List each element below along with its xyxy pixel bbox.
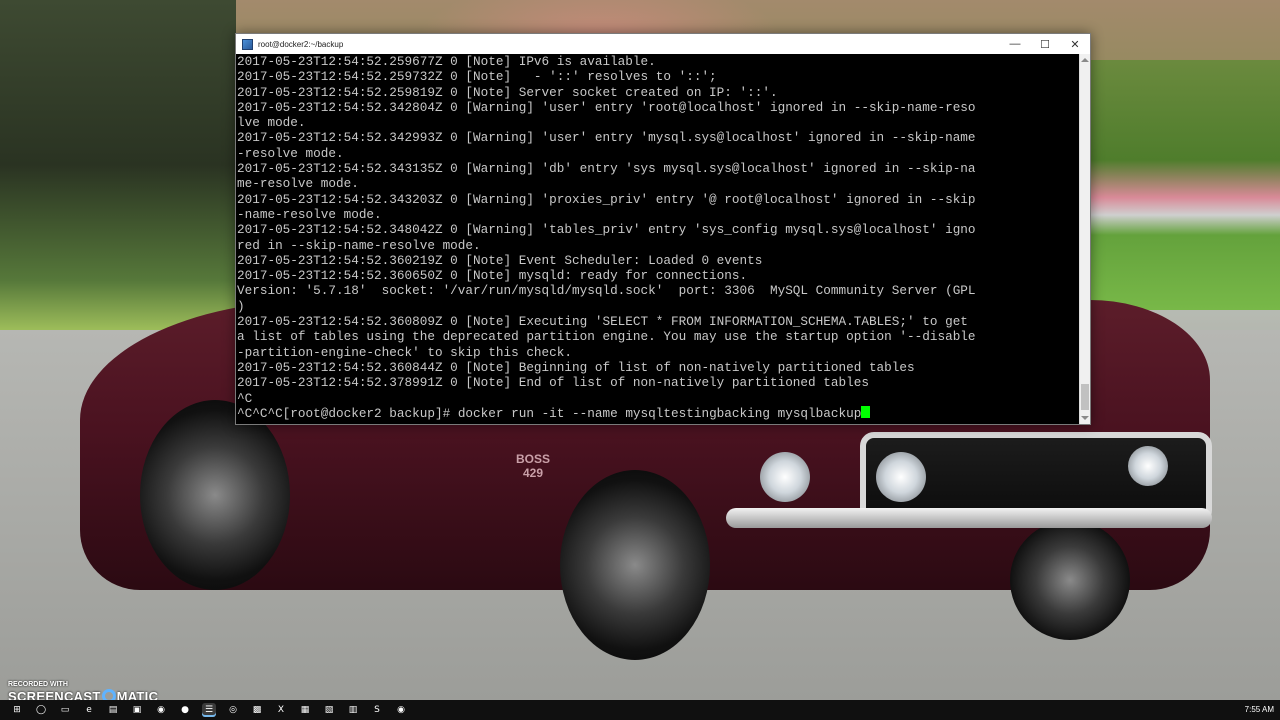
scroll-down-icon[interactable] xyxy=(1081,416,1089,420)
car-headlight xyxy=(1128,446,1168,486)
excel-icon[interactable]: X xyxy=(274,703,288,717)
app-icon-5[interactable]: ▥ xyxy=(346,703,360,717)
terminal-line: 2017-05-23T12:54:52.259819Z 0 [Note] Ser… xyxy=(237,84,778,100)
edge-icon[interactable]: e xyxy=(82,703,96,717)
terminal-line: -partition-engine-check' to skip this ch… xyxy=(237,344,573,360)
terminal-cursor xyxy=(861,405,871,418)
car-badge-line1: BOSS xyxy=(516,452,551,466)
terminal-line: ) xyxy=(237,298,245,314)
maximize-button[interactable]: ☐ xyxy=(1030,34,1060,54)
terminal-line: a list of tables using the deprecated pa… xyxy=(237,329,976,345)
watermark-line1: RECORDED WITH xyxy=(8,681,68,688)
terminal-line: lve mode. xyxy=(237,115,306,131)
car-wheel-rear xyxy=(140,400,290,590)
close-button[interactable]: ✕ xyxy=(1060,34,1090,54)
app-icon-3[interactable]: ▦ xyxy=(298,703,312,717)
firefox-icon[interactable]: ● xyxy=(178,703,192,717)
terminal-prompt: ^C^C^C[root@docker2 backup]# xyxy=(237,405,458,421)
app-icon-1[interactable]: ◎ xyxy=(226,703,240,717)
taskbar-clock[interactable]: 7:55 AM xyxy=(1245,705,1274,714)
task-view-icon[interactable]: ▭ xyxy=(58,703,72,717)
terminal-prompt-line[interactable]: ^C^C^C[root@docker2 backup]# docker run … xyxy=(237,405,1079,421)
minimize-button[interactable]: — xyxy=(1000,34,1030,54)
car-headlight xyxy=(760,452,810,502)
background-lawn xyxy=(1090,60,1280,310)
terminal-line: 2017-05-23T12:54:52.360844Z 0 [Note] Beg… xyxy=(237,359,915,375)
start-icon[interactable]: ⊞ xyxy=(10,703,24,717)
file-explorer-icon[interactable]: ▤ xyxy=(106,703,120,717)
chrome-icon-2[interactable]: ◉ xyxy=(394,703,408,717)
terminal-line: 2017-05-23T12:54:52.343135Z 0 [Warning] … xyxy=(237,161,976,177)
terminal-line: 2017-05-23T12:54:52.360219Z 0 [Note] Eve… xyxy=(237,252,763,268)
vertical-scrollbar[interactable] xyxy=(1079,54,1090,424)
app-icon-2[interactable]: ▩ xyxy=(250,703,264,717)
terminal-window[interactable]: root@docker2:~/backup — ☐ ✕ 2017-05-23T1… xyxy=(235,33,1091,425)
window-controls: — ☐ ✕ xyxy=(1000,34,1090,54)
store-icon[interactable]: ▣ xyxy=(130,703,144,717)
terminal-line: 2017-05-23T12:54:52.378991Z 0 [Note] End… xyxy=(237,375,869,391)
terminal-line: 2017-05-23T12:54:52.360809Z 0 [Note] Exe… xyxy=(237,314,968,330)
search-icon[interactable]: ◯ xyxy=(34,703,48,717)
car-badge: BOSS 429 xyxy=(516,452,550,480)
terminal-line: 2017-05-23T12:54:52.342804Z 0 [Warning] … xyxy=(237,99,976,115)
taskbar: ⊞ ◯ ▭ e ▤ ▣ ◉ ● ☰ ◎ ▩ X ▦ ▧ ▥ S ◉ 7:55 AM xyxy=(0,700,1280,720)
terminal-line: 2017-05-23T12:54:52.348042Z 0 [Warning] … xyxy=(237,222,976,238)
terminal-line: -resolve mode. xyxy=(237,145,344,161)
car-wheel-front xyxy=(560,470,710,660)
terminal-line: 2017-05-23T12:54:52.343203Z 0 [Warning] … xyxy=(237,191,976,207)
scroll-thumb[interactable] xyxy=(1081,384,1089,410)
app-icon-4[interactable]: ▧ xyxy=(322,703,336,717)
terminal-line: -name-resolve mode. xyxy=(237,206,382,222)
terminal-line: red in --skip-name-resolve mode. xyxy=(237,237,481,253)
window-title: root@docker2:~/backup xyxy=(258,39,344,49)
terminal-line: 2017-05-23T12:54:52.259732Z 0 [Note] - '… xyxy=(237,69,717,85)
car-headlight xyxy=(876,452,926,502)
terminal-command[interactable]: docker run -it --name mysqltestingbackin… xyxy=(458,406,862,421)
car-badge-line2: 429 xyxy=(522,466,544,480)
terminal-line: Version: '5.7.18' socket: '/var/run/mysq… xyxy=(237,283,976,299)
car-wheel-front-right xyxy=(1010,520,1130,640)
terminal-output[interactable]: 2017-05-23T12:54:52.259677Z 0 [Note] IPv… xyxy=(236,54,1079,424)
window-titlebar[interactable]: root@docker2:~/backup — ☐ ✕ xyxy=(236,34,1090,54)
scroll-up-icon[interactable] xyxy=(1081,58,1089,62)
terminal-line: 2017-05-23T12:54:52.342993Z 0 [Warning] … xyxy=(237,130,976,146)
terminal-line: 2017-05-23T12:54:52.259677Z 0 [Note] IPv… xyxy=(237,54,656,69)
terminal-line: 2017-05-23T12:54:52.360650Z 0 [Note] mys… xyxy=(237,268,748,284)
chrome-icon[interactable]: ◉ xyxy=(154,703,168,717)
terminal-line: ^C xyxy=(237,390,253,406)
terminal-line: me-resolve mode. xyxy=(237,176,359,192)
skype-icon[interactable]: S xyxy=(370,703,384,717)
background-trees xyxy=(0,0,236,330)
car-bumper xyxy=(726,508,1212,528)
putty-icon[interactable] xyxy=(242,38,253,50)
putty-icon[interactable]: ☰ xyxy=(202,703,216,717)
